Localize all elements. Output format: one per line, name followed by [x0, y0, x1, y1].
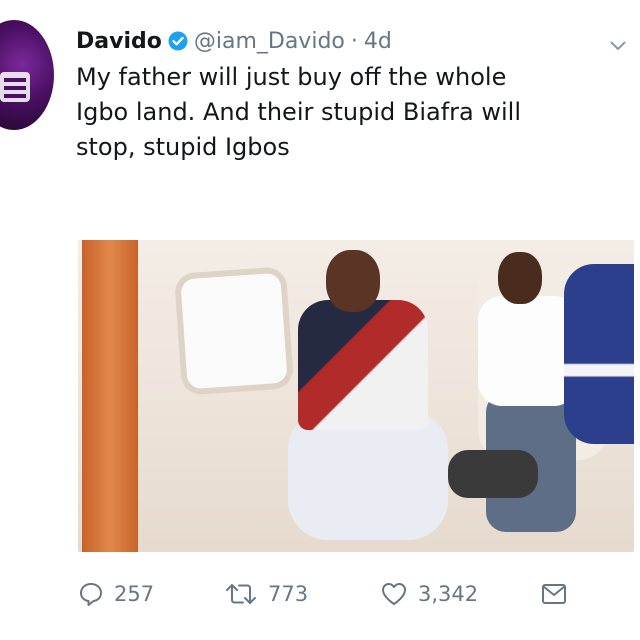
photo-orange-panel — [82, 240, 138, 552]
reply-button[interactable]: 257 — [78, 576, 154, 612]
tweet-actions: 257 773 3,342 — [78, 576, 578, 612]
envelope-icon — [540, 582, 568, 606]
photo-person-main — [278, 250, 448, 550]
tweet-timestamp[interactable]: 4d — [364, 29, 392, 54]
tweet-media-photo[interactable] — [78, 240, 634, 552]
reply-icon — [78, 581, 104, 607]
chevron-down-icon[interactable] — [610, 36, 626, 50]
retweet-button[interactable]: 773 — [224, 576, 308, 612]
heart-icon — [380, 581, 408, 607]
photo-jet-window — [173, 266, 295, 396]
separator-dot: · — [350, 28, 358, 54]
direct-message-button[interactable] — [540, 576, 568, 612]
photo-person-right-shirt — [478, 296, 578, 406]
photo-person-right-head — [498, 252, 542, 304]
user-handle[interactable]: @iam_Davido — [194, 29, 345, 54]
like-button[interactable]: 3,342 — [380, 576, 478, 612]
verified-badge-icon — [168, 31, 188, 51]
photo-person-main-jacket — [298, 300, 428, 430]
photo-bag — [448, 450, 538, 498]
retweet-icon — [224, 581, 258, 607]
photo-person-main-head — [326, 250, 380, 312]
tweet-text: My father will just buy off the whole Ig… — [76, 63, 521, 161]
reply-count: 257 — [114, 582, 155, 606]
avatar-logo-mark — [0, 72, 30, 102]
retweet-count: 773 — [268, 582, 309, 606]
display-name[interactable]: Davido — [76, 29, 162, 54]
tweet-card[interactable]: Davido @iam_Davido · 4d My father will j… — [0, 0, 640, 640]
tweet-header: Davido @iam_Davido · 4d — [76, 26, 392, 56]
avatar[interactable] — [0, 20, 54, 130]
photo-person-edge — [564, 264, 634, 444]
like-count: 3,342 — [418, 582, 479, 606]
